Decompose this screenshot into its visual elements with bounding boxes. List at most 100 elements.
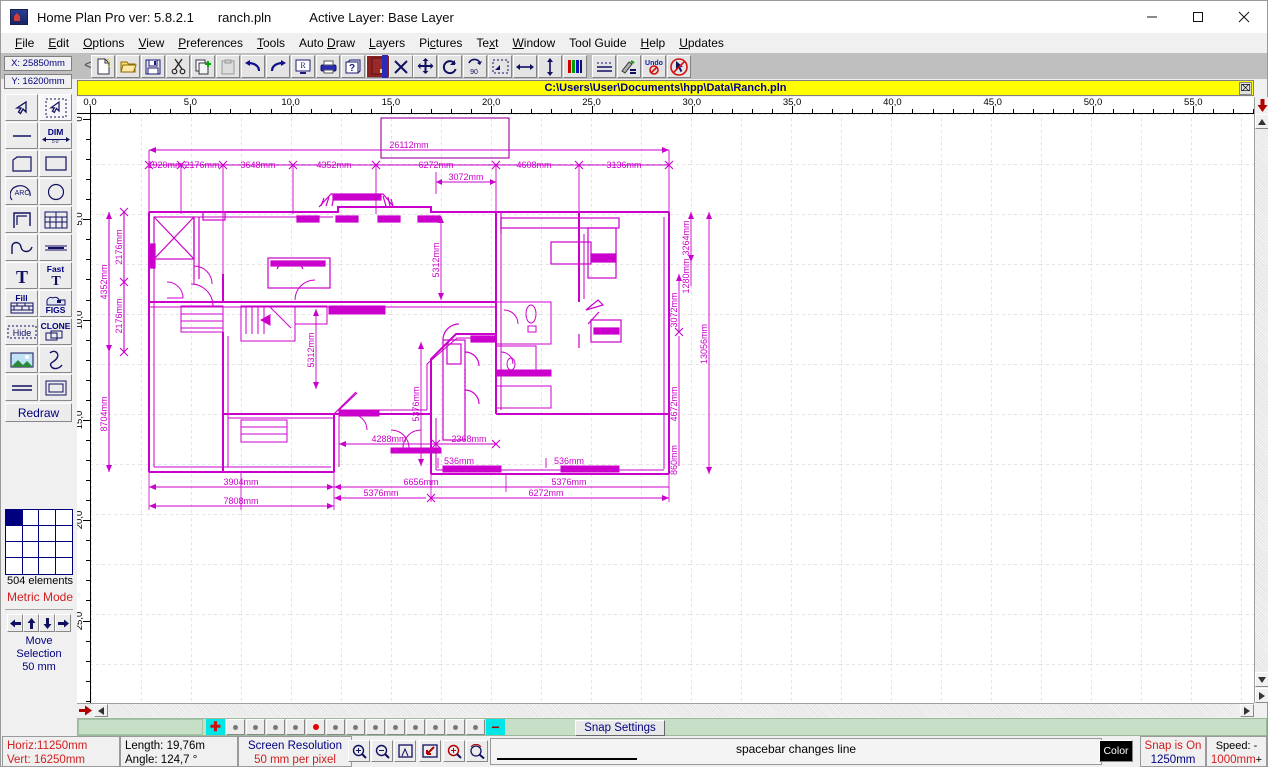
speed-minus-button[interactable]: - [1254,740,1258,752]
menu-tool-guide[interactable]: Tool Guide [562,35,633,51]
dimension-tool[interactable]: DIM 5'0" [39,122,72,149]
move-right-button[interactable] [55,614,71,632]
picture-tool[interactable] [5,346,38,373]
swatch-selected[interactable] [6,510,23,526]
rectangle-tool[interactable] [39,150,72,177]
layer-button-3[interactable] [266,719,285,735]
menu-preferences[interactable]: Preferences [171,35,250,51]
vertical-scroll-track[interactable] [1255,129,1268,687]
freehand-tool[interactable] [39,346,72,373]
fill-tool[interactable]: Fill [5,290,38,317]
select-area-button[interactable] [488,55,512,78]
wall-tool[interactable] [5,206,38,233]
arc-tool[interactable]: ARC [5,178,38,205]
redo-button[interactable] [266,55,290,78]
zoom-out-button[interactable] [371,740,393,762]
paste-button[interactable] [216,55,240,78]
menu-window[interactable]: Window [505,35,562,51]
swatch[interactable] [23,558,40,574]
swatch[interactable] [56,526,73,542]
select-arrow-tool[interactable] [5,94,38,121]
swatch[interactable] [23,542,40,558]
swatch[interactable] [56,558,73,574]
layer-button-7[interactable] [346,719,365,735]
horizontal-ruler[interactable]: 0,05,010,015,020,025,030,035,040,045,050… [77,97,1254,114]
menu-file[interactable]: File [8,35,41,51]
circle-tool[interactable] [39,178,72,205]
path-close-icon[interactable]: ⌧ [1239,82,1252,95]
snap-settings-button[interactable]: Snap Settings [575,720,665,736]
menu-edit[interactable]: Edit [41,35,76,51]
floor-plan-drawing[interactable]: 26112mm 1920mm 2176mm 3648mm [91,114,1254,703]
figures-tool[interactable]: FIGS [39,290,72,317]
color-button[interactable]: Color [1099,740,1133,762]
scroll-right-marker-icon[interactable] [77,704,93,717]
swatch[interactable] [56,510,73,526]
swatch[interactable] [6,558,23,574]
undo-button[interactable] [241,55,265,78]
layer-button-8[interactable] [366,719,385,735]
rotate-button[interactable] [438,55,462,78]
double-line-tool[interactable] [39,234,72,261]
maximize-button[interactable] [1175,2,1221,33]
layer-button-10[interactable] [406,719,425,735]
window-tool[interactable] [39,206,72,233]
paint-settings-button[interactable] [617,55,641,78]
menu-layers[interactable]: Layers [362,35,412,51]
menu-auto-draw[interactable]: Auto Draw [292,35,362,51]
layer-button-5-active[interactable] [306,719,325,735]
swatch[interactable] [39,542,56,558]
swatch[interactable] [39,558,56,574]
minimize-button[interactable] [1129,2,1175,33]
add-layer-button[interactable]: ✚ [206,719,225,735]
curve-tool[interactable] [5,234,38,261]
vertical-ruler[interactable]: 05,010,015,020,025,0 [77,114,91,703]
scroll-right-end-button[interactable] [1255,688,1268,703]
swatch[interactable] [23,510,40,526]
move-down-button[interactable] [39,614,55,632]
scroll-up-button[interactable] [1255,114,1268,129]
delete-button[interactable] [389,55,413,78]
scroll-down-button[interactable] [1255,672,1268,687]
select-box-tool[interactable] [39,94,72,121]
zoom-in-button[interactable] [348,740,370,762]
save-file-button[interactable] [141,55,165,78]
move-left-button[interactable] [7,614,23,632]
speed-panel[interactable]: Speed: - 1000mm+ [1206,736,1267,767]
print-preview-button[interactable]: R [291,55,315,78]
swatch[interactable] [23,526,40,542]
layer-name-field[interactable] [78,719,203,735]
copy-button[interactable] [191,55,215,78]
remove-layer-button[interactable]: − [486,719,505,735]
horizontal-scrollbar[interactable] [77,703,1254,717]
layer-button-1[interactable] [226,719,245,735]
menu-help[interactable]: Help [634,35,673,51]
new-file-button[interactable] [91,55,115,78]
layer-button-11[interactable] [426,719,445,735]
parallel-tool[interactable] [5,374,38,401]
layer-button-2[interactable] [246,719,265,735]
swatch[interactable] [39,526,56,542]
color-swatch-grid[interactable] [5,509,73,575]
move-up-button[interactable] [23,614,39,632]
line-style-button[interactable] [592,55,616,78]
no-select-button[interactable] [667,55,691,78]
menu-options[interactable]: Options [76,35,131,51]
screen-resolution-panel[interactable]: Screen Resolution 50 mm per pixel [238,736,352,767]
layer-button-9[interactable] [386,719,405,735]
frame-tool[interactable] [39,374,72,401]
help-button[interactable]: ? [341,55,365,78]
stretch-horizontal-button[interactable] [513,55,537,78]
speed-plus-button[interactable]: + [1256,754,1262,766]
undo-disabled-button[interactable]: Undo [642,55,666,78]
horizontal-scroll-track[interactable] [109,704,1238,717]
stretch-vertical-button[interactable] [538,55,562,78]
swatch[interactable] [39,510,56,526]
rotate-90-button[interactable]: 90 [463,55,487,78]
swatch[interactable] [6,526,23,542]
cut-button[interactable] [166,55,190,78]
clone-tool[interactable]: CLONE [39,318,72,345]
scroll-right-button[interactable] [1240,704,1254,717]
redraw-button[interactable]: Redraw [5,403,72,422]
zoom-fit-button[interactable] [394,740,416,762]
